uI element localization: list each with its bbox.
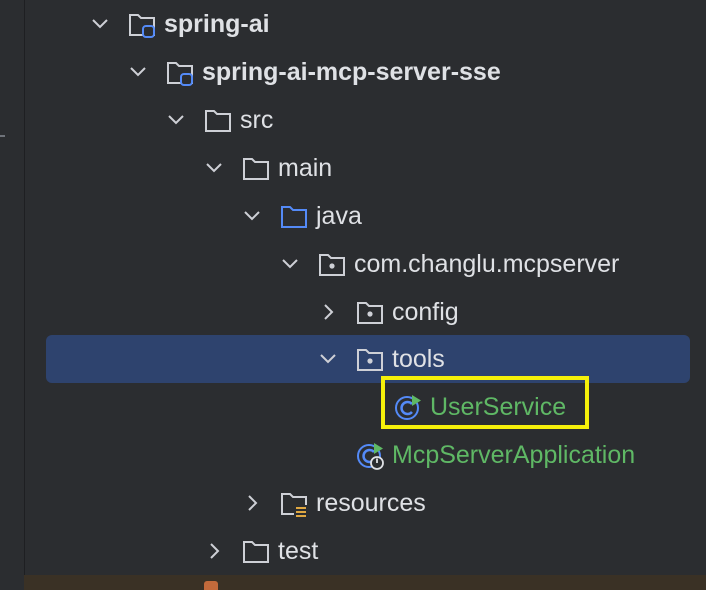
tree-item-label: config — [392, 298, 459, 326]
tree-item-label: src — [240, 106, 274, 134]
tree-row-main[interactable]: main — [25, 144, 706, 192]
tree-row-src[interactable]: src — [25, 96, 706, 144]
tree-row-resources[interactable]: resources — [25, 479, 706, 527]
chevron-down-icon[interactable] — [126, 60, 150, 84]
tree-row-java[interactable]: java — [25, 192, 706, 240]
chevron-down-icon[interactable] — [240, 204, 264, 228]
chevron-right-icon[interactable] — [316, 300, 340, 324]
project-tree: spring-ai spring-ai-mcp-server-sse src m… — [25, 0, 706, 590]
partial-next-row — [24, 575, 706, 590]
folder-icon — [203, 105, 233, 135]
tree-item-label: spring-ai-mcp-server-sse — [202, 58, 501, 86]
tree-row-config[interactable]: config — [25, 288, 706, 336]
tree-row-tools[interactable]: tools — [25, 335, 706, 383]
resources-folder-icon — [279, 488, 309, 518]
module-folder-icon — [165, 57, 195, 87]
package-icon — [355, 344, 385, 374]
tree-row-package[interactable]: com.changlu.mcpserver — [25, 240, 706, 288]
tree-item-label: com.changlu.mcpserver — [354, 250, 620, 278]
tree-item-label: main — [278, 154, 333, 182]
tree-row-spring-ai-mcp-server-sse[interactable]: spring-ai-mcp-server-sse — [25, 48, 706, 96]
partial-file-icon — [204, 581, 218, 590]
chevron-right-icon[interactable] — [240, 491, 264, 515]
spring-boot-app-icon — [355, 440, 385, 470]
chevron-down-icon[interactable] — [278, 252, 302, 276]
annotation-highlight-box — [381, 376, 589, 429]
module-folder-icon — [127, 9, 157, 39]
tree-item-label: resources — [316, 489, 426, 517]
tree-row-test[interactable]: test — [25, 527, 706, 575]
folder-icon — [241, 153, 271, 183]
tree-row-userservice[interactable]: UserService — [25, 383, 706, 431]
tree-item-label: spring-ai — [164, 10, 270, 38]
chevron-down-icon[interactable] — [316, 347, 340, 371]
chevron-down-icon[interactable] — [88, 12, 112, 36]
gutter-marker — [0, 135, 5, 137]
tree-item-label: java — [316, 202, 362, 230]
chevron-down-icon[interactable] — [202, 156, 226, 180]
left-gutter — [0, 0, 25, 590]
source-folder-icon — [279, 201, 309, 231]
tree-item-label: tools — [392, 345, 445, 373]
package-icon — [355, 297, 385, 327]
folder-icon — [241, 536, 271, 566]
tree-item-label: test — [278, 537, 319, 565]
tree-row-spring-ai[interactable]: spring-ai — [25, 0, 706, 48]
package-icon — [317, 249, 347, 279]
chevron-down-icon[interactable] — [164, 108, 188, 132]
chevron-right-icon[interactable] — [202, 539, 226, 563]
tree-row-mcpserverapplication[interactable]: McpServerApplication — [25, 431, 706, 479]
tree-item-label: McpServerApplication — [392, 441, 636, 469]
